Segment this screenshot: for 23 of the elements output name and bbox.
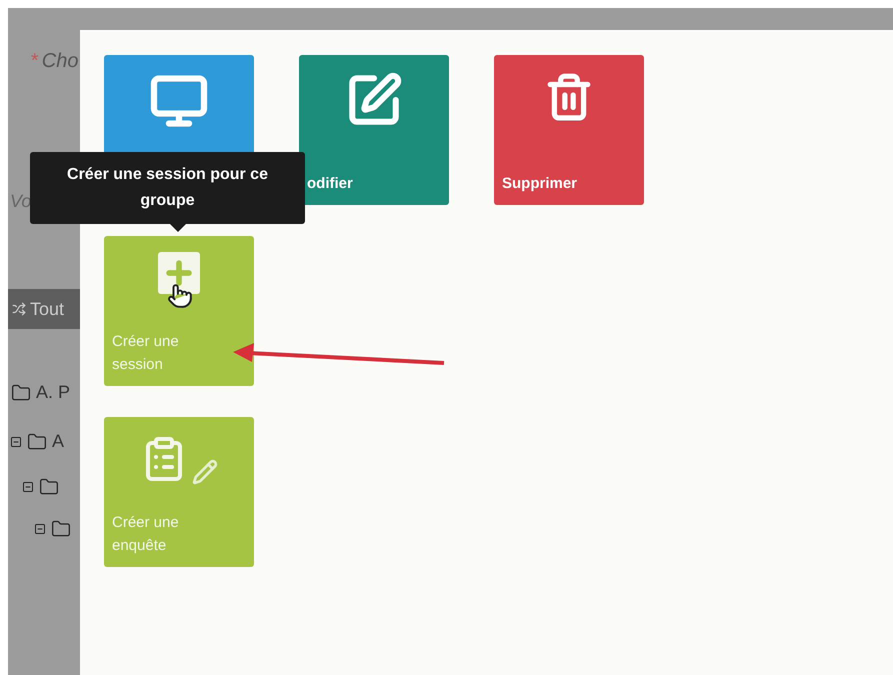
- plus-icon: [158, 252, 200, 294]
- folder-icon: [10, 382, 32, 402]
- toolbar-button[interactable]: Tout: [8, 289, 80, 329]
- folder-icon: [26, 432, 48, 452]
- tooltip-arrow: [170, 224, 186, 232]
- tree-item[interactable]: A: [52, 428, 64, 455]
- collapse-icon[interactable]: [22, 481, 34, 493]
- shuffle-icon: [12, 302, 26, 316]
- tile-label: Créer une enquête: [112, 513, 180, 556]
- collapse-icon[interactable]: [34, 523, 46, 535]
- folder-icon: [38, 477, 60, 497]
- tile-label: odifier: [307, 174, 353, 194]
- hand-cursor-icon: [167, 282, 193, 310]
- tile-label: Créer une session: [112, 332, 180, 375]
- collapse-icon[interactable]: [10, 436, 22, 448]
- folder-icon: [50, 519, 72, 539]
- tree-item[interactable]: A. P: [36, 379, 70, 406]
- action-tile[interactable]: Supprimer: [494, 55, 644, 205]
- tile-label: Supprimer: [502, 174, 578, 194]
- field-label: Cho: [42, 49, 78, 74]
- action-tile[interactable]: odifier: [299, 55, 449, 205]
- required-marker: *: [30, 49, 38, 74]
- tooltip: Créer une session pour ce groupe: [30, 152, 305, 224]
